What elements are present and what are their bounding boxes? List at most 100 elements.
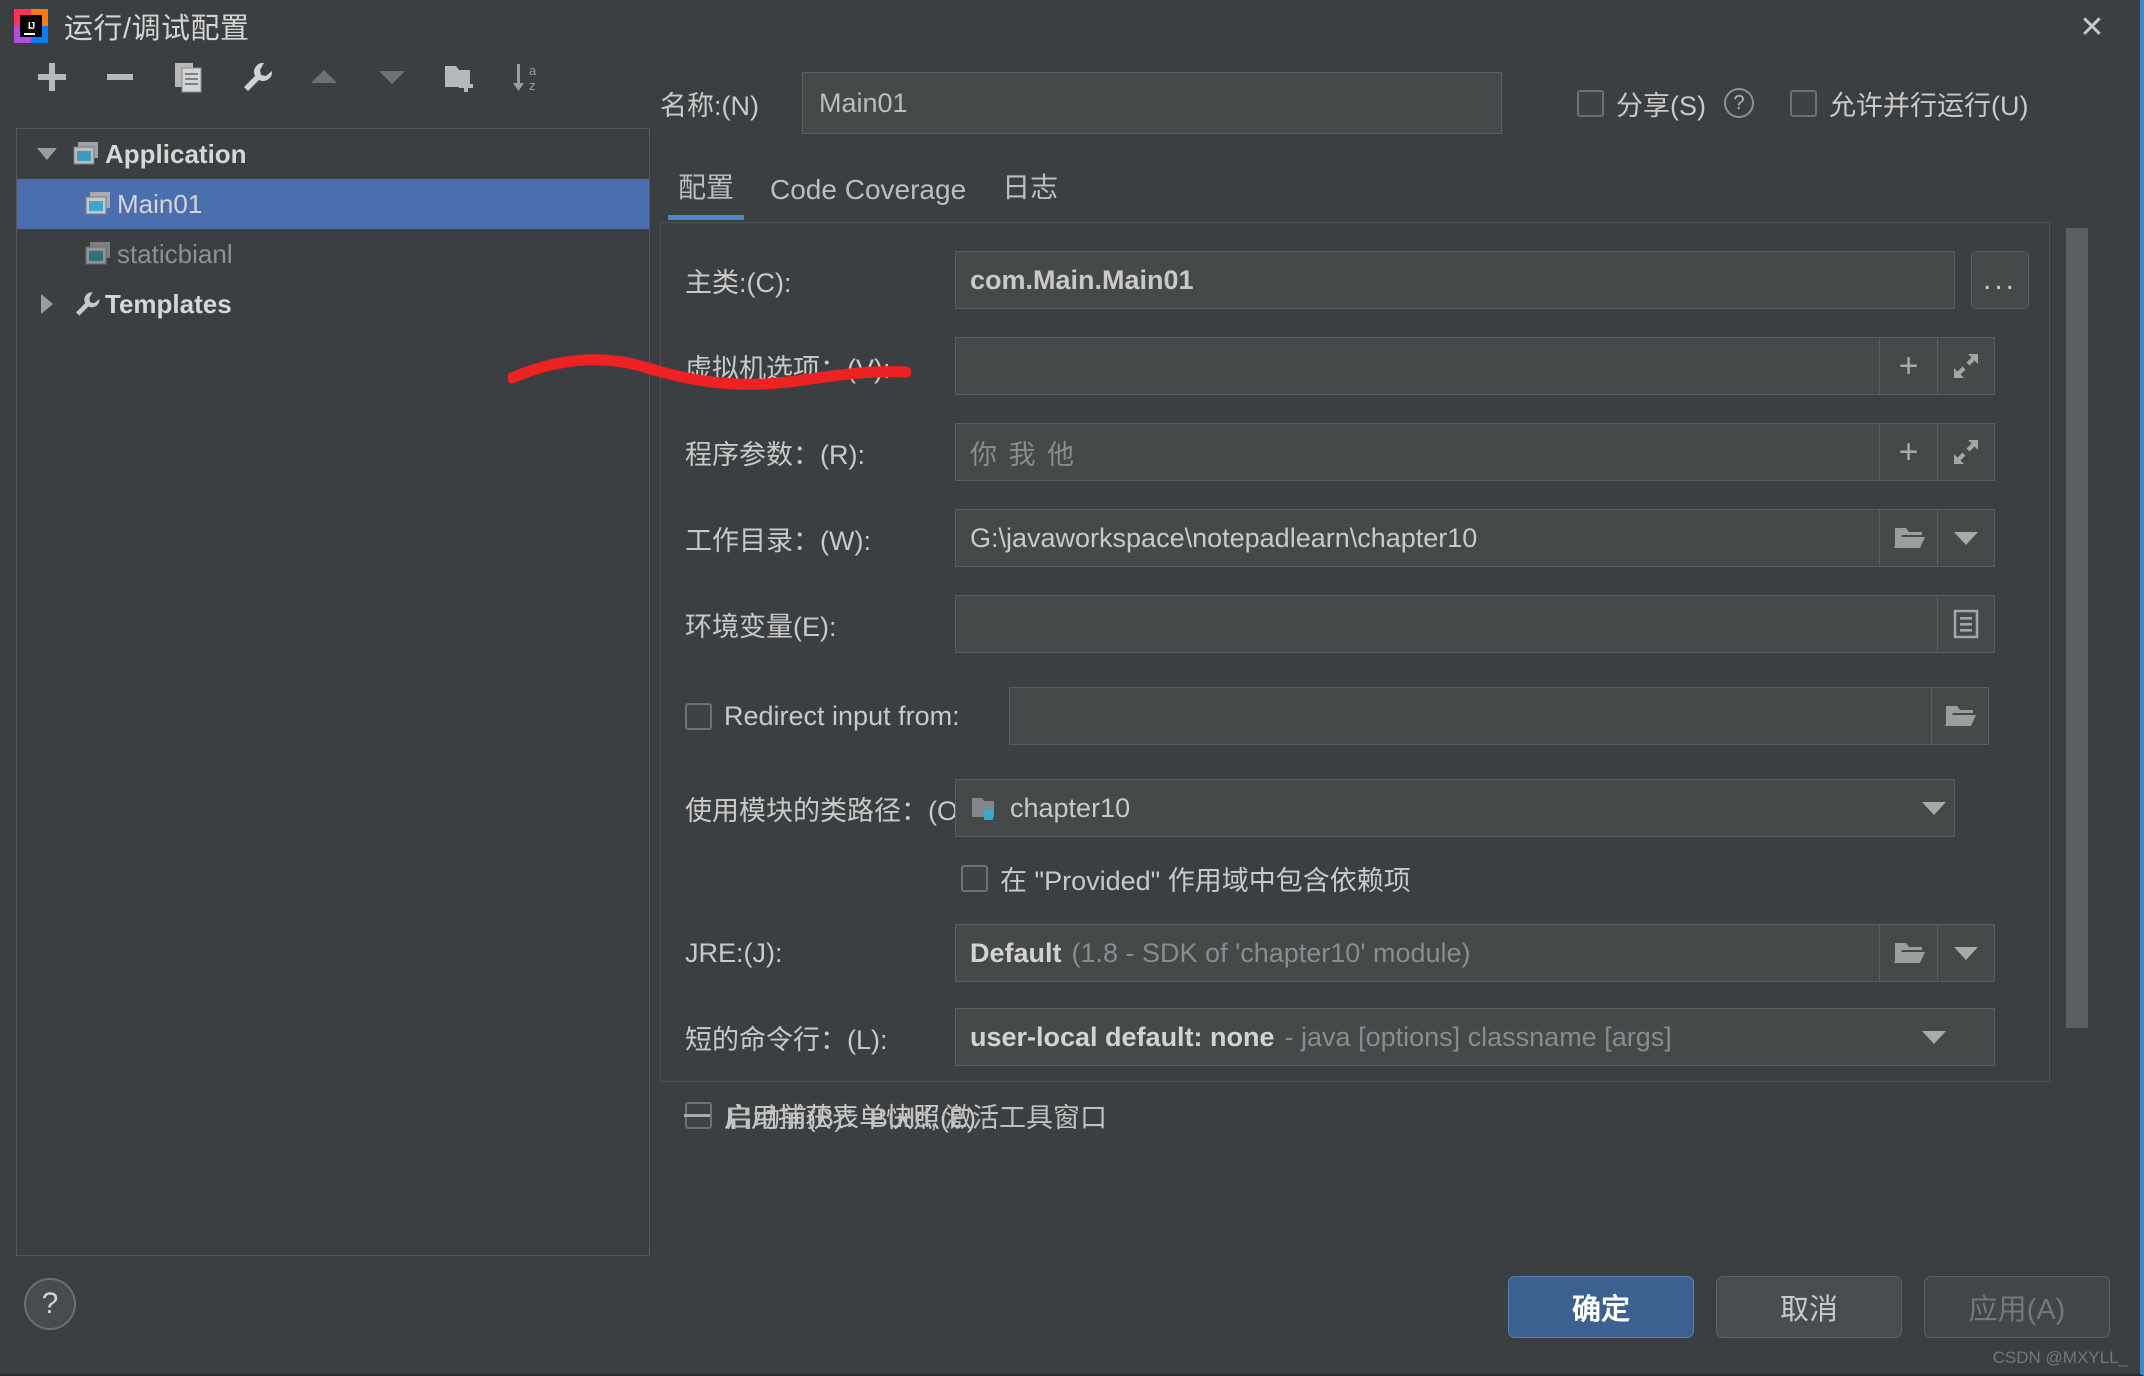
shorten-command-line-label: 短的命令行：(L): xyxy=(685,1018,955,1057)
share-checkbox-box[interactable] xyxy=(1577,90,1604,117)
tree-node-application[interactable]: Application xyxy=(17,129,649,179)
add-configuration-button[interactable] xyxy=(18,54,86,100)
environment-variables-input[interactable] xyxy=(955,595,1937,653)
tab-logs[interactable]: 日志 xyxy=(984,166,1076,220)
tree-node-main01[interactable]: Main01 xyxy=(17,179,649,229)
dialog-footer: ? 确定 取消 应用(A) xyxy=(0,1254,2140,1374)
redirect-input-path-input[interactable] xyxy=(1009,687,1931,745)
module-classpath-value: chapter10 xyxy=(1010,793,1130,824)
program-arguments-insert-macro-button[interactable]: + xyxy=(1879,423,1937,481)
plus-icon: + xyxy=(1899,435,1919,469)
expand-arrow-icon[interactable] xyxy=(27,148,67,160)
tab-configuration[interactable]: 配置 xyxy=(660,166,752,220)
vm-options-insert-macro-button[interactable]: + xyxy=(1879,337,1937,395)
plus-icon: + xyxy=(1899,349,1919,383)
configurations-toolbar: a z xyxy=(0,52,650,102)
jre-select[interactable]: Default (1.8 - SDK of 'chapter10' module… xyxy=(955,924,1879,982)
working-directory-browse-button[interactable] xyxy=(1879,509,1937,567)
triangle-up-icon xyxy=(306,59,342,95)
tree-node-templates[interactable]: Templates xyxy=(17,279,649,329)
main-class-browse-button[interactable]: ... xyxy=(1971,251,2029,309)
module-classpath-dropdown-button[interactable] xyxy=(1905,779,1963,837)
expand-icon xyxy=(1952,352,1980,380)
allow-parallel-run-checkbox-box[interactable] xyxy=(1790,90,1817,117)
name-input[interactable] xyxy=(802,72,1502,134)
folder-open-icon xyxy=(1893,939,1925,967)
chevron-down-icon xyxy=(1922,802,1946,815)
question-mark-icon[interactable]: ? xyxy=(24,1278,76,1330)
shorten-command-line-select[interactable]: user-local default: none - java [options… xyxy=(955,1008,1995,1066)
share-checkbox[interactable]: 分享(S) xyxy=(1577,84,1706,123)
cancel-button[interactable]: 取消 xyxy=(1716,1276,1902,1338)
provided-scope-checkbox-box[interactable] xyxy=(961,865,988,892)
redirect-input-label: Redirect input from: xyxy=(724,701,960,732)
svg-text:a: a xyxy=(529,63,537,78)
working-directory-input[interactable]: G:\javaworkspace\notepadlearn\chapter10 xyxy=(955,509,1879,567)
ok-button[interactable]: 确定 xyxy=(1508,1276,1694,1338)
remove-configuration-button[interactable] xyxy=(86,54,154,100)
triangle-down-icon xyxy=(374,59,410,95)
environment-variables-row: 环境变量(E): xyxy=(661,595,2049,653)
vm-options-expand-button[interactable] xyxy=(1937,337,1995,395)
vm-options-input[interactable] xyxy=(955,337,1879,395)
configuration-editor: 名称:(N) 分享(S) ? 允许并行运行(U) 配置 Code Coverag… xyxy=(660,52,2136,1254)
expand-icon xyxy=(1952,438,1980,466)
edit-templates-button[interactable] xyxy=(222,54,290,100)
before-launch-label: 启动前(B)：Build, 激活工具窗口 xyxy=(726,1098,1107,1132)
share-label: 分享(S) xyxy=(1616,84,1706,123)
shorten-command-line-detail: - java [options] classname [args] xyxy=(1285,1022,1672,1053)
sort-alphabetically-button[interactable]: a z xyxy=(494,54,562,100)
chevron-down-icon xyxy=(1922,1031,1946,1044)
name-row: 名称:(N) 分享(S) ? 允许并行运行(U) xyxy=(660,68,2136,138)
run-debug-configurations-dialog: IJ 运行/调试配置 ✕ xyxy=(0,0,2144,1376)
header-options: 分享(S) ? 允许并行运行(U) xyxy=(1577,84,2028,123)
allow-parallel-run-checkbox[interactable]: 允许并行运行(U) xyxy=(1790,84,2028,123)
ellipsis-icon: ... xyxy=(1983,265,2017,295)
working-directory-dropdown-button[interactable] xyxy=(1937,509,1995,567)
configurations-tree: Application Main01 sta xyxy=(16,128,650,1256)
wrench-icon xyxy=(67,289,105,319)
program-arguments-input[interactable]: 你 我 他 xyxy=(955,423,1879,481)
shorten-command-line-dropdown-button[interactable] xyxy=(1905,1008,1963,1066)
jre-value-detail: (1.8 - SDK of 'chapter10' module) xyxy=(1072,938,1471,969)
program-arguments-label: 程序参数：(R): xyxy=(685,433,955,472)
dialog-title: 运行/调试配置 xyxy=(64,5,250,47)
tree-node-staticbianl[interactable]: staticbianl xyxy=(17,229,649,279)
copy-configuration-button[interactable] xyxy=(154,54,222,100)
tab-code-coverage[interactable]: Code Coverage xyxy=(752,174,984,220)
create-folder-button[interactable] xyxy=(426,54,494,100)
list-document-icon xyxy=(1953,609,1979,639)
minus-icon xyxy=(102,59,138,95)
module-classpath-select[interactable]: chapter10 xyxy=(955,779,1955,837)
main-class-row: 主类:(C): com.Main.Main01 ... xyxy=(661,251,2049,309)
intellij-idea-logo-icon: IJ xyxy=(14,9,48,43)
redirect-input-checkbox[interactable]: Redirect input from: xyxy=(685,701,985,732)
shorten-command-line-row: 短的命令行：(L): user-local default: none - ja… xyxy=(661,1008,2049,1066)
redirect-input-browse-button[interactable] xyxy=(1931,687,1989,745)
jre-browse-button[interactable] xyxy=(1879,924,1937,982)
title-bar: IJ 运行/调试配置 xyxy=(0,0,2140,52)
move-up-button[interactable] xyxy=(290,54,358,100)
jre-dropdown-button[interactable] xyxy=(1937,924,1995,982)
apply-button[interactable]: 应用(A) xyxy=(1924,1276,2110,1338)
main-class-input[interactable]: com.Main.Main01 xyxy=(955,251,1955,309)
environment-variables-edit-button[interactable] xyxy=(1937,595,1995,653)
chevron-down-icon xyxy=(1954,947,1978,960)
svg-text:z: z xyxy=(529,78,536,93)
program-arguments-row: 程序参数：(R): 你 我 他 + xyxy=(661,423,2049,481)
provided-scope-row: 在 "Provided" 作用域中包含依赖项 xyxy=(661,859,2049,898)
close-icon[interactable]: ✕ xyxy=(2072,8,2112,48)
collapse-arrow-icon[interactable] xyxy=(27,294,67,314)
question-mark-icon[interactable]: ? xyxy=(1724,88,1754,118)
redirect-input-checkbox-box[interactable] xyxy=(685,703,712,730)
environment-variables-label: 环境变量(E): xyxy=(685,605,955,644)
program-arguments-expand-button[interactable] xyxy=(1937,423,1995,481)
form-scrollbar-thumb[interactable] xyxy=(2066,228,2088,1028)
provided-scope-checkbox[interactable]: 在 "Provided" 作用域中包含依赖项 xyxy=(961,859,1411,898)
before-launch-section[interactable]: 启动前(B)：Build, 激活工具窗口 xyxy=(660,1098,1107,1132)
redirect-input-row: Redirect input from: xyxy=(661,687,2049,745)
configuration-form: 主类:(C): com.Main.Main01 ... 虚拟机选项：(V): + xyxy=(660,222,2050,1082)
collapse-dash-icon xyxy=(684,1114,710,1117)
provided-scope-label: 在 "Provided" 作用域中包含依赖项 xyxy=(1000,859,1411,898)
move-down-button[interactable] xyxy=(358,54,426,100)
